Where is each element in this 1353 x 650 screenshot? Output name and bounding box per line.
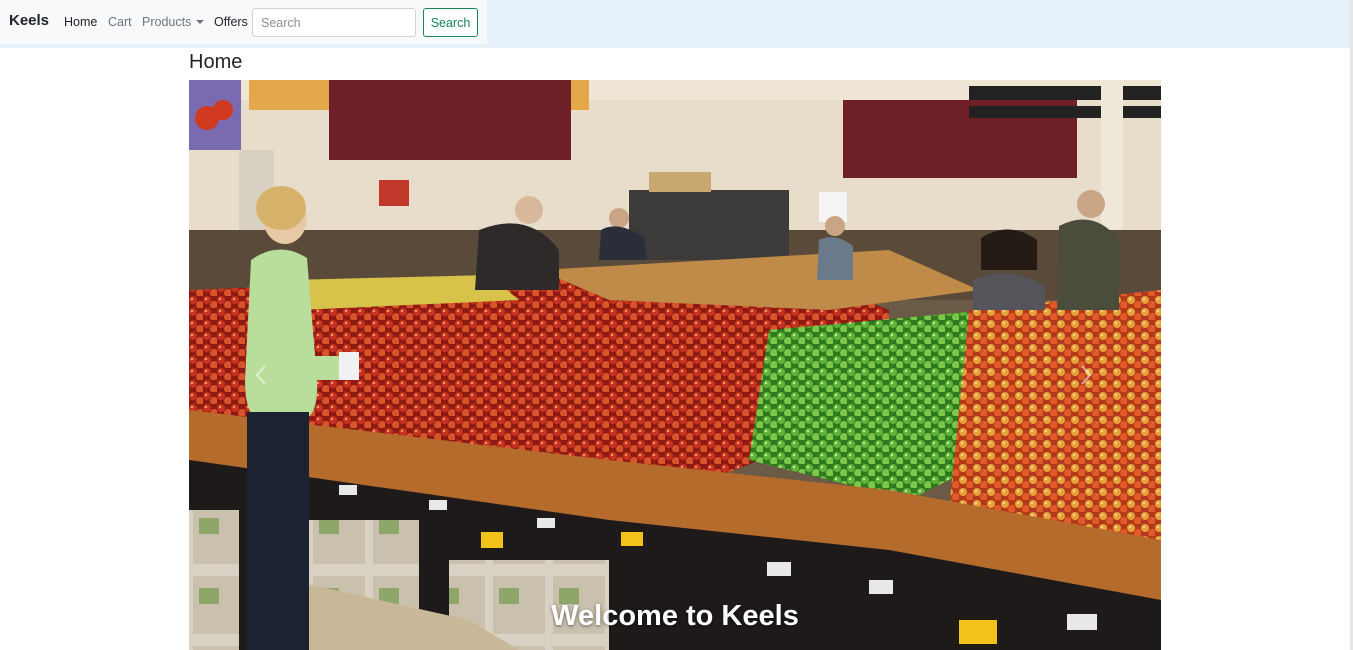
chevron-right-icon bbox=[1081, 365, 1092, 385]
nav-products-label: Products bbox=[142, 15, 192, 29]
carousel-prev-button[interactable] bbox=[246, 360, 276, 390]
carousel-caption: Welcome to Keels bbox=[551, 600, 799, 632]
search-button[interactable]: Search bbox=[423, 8, 478, 37]
search-input[interactable] bbox=[252, 8, 416, 37]
brand-logo[interactable]: Keels bbox=[9, 12, 49, 29]
page-title: Home bbox=[189, 51, 243, 73]
navbar: Keels Home Cart Products Offers Search bbox=[0, 0, 487, 44]
nav-products-dropdown[interactable]: Products bbox=[142, 15, 205, 29]
image-carousel[interactable]: Welcome to Keels bbox=[189, 80, 1161, 650]
carousel-next-button[interactable] bbox=[1071, 360, 1101, 390]
chevron-left-icon bbox=[255, 365, 266, 385]
caret-down-icon bbox=[196, 20, 205, 24]
nav-home-link[interactable]: Home bbox=[64, 15, 97, 29]
nav-offers-link[interactable]: Offers bbox=[214, 15, 248, 29]
nav-cart-link[interactable]: Cart bbox=[108, 15, 132, 29]
carousel-slide-image bbox=[189, 80, 1161, 650]
